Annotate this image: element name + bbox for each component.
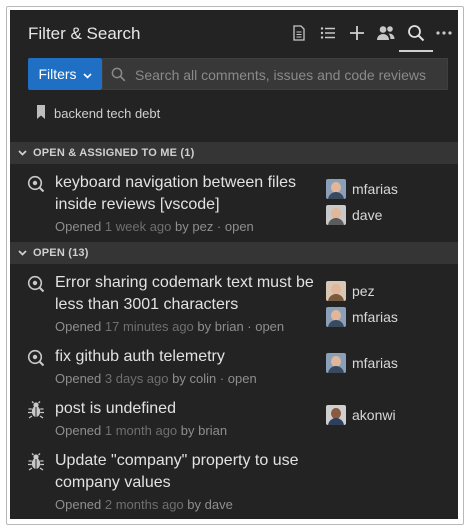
section-header-open-assigned[interactable]: OPEN & ASSIGNED TO ME (1) (10, 142, 458, 164)
assignee[interactable]: pez (326, 278, 398, 304)
review-icon (27, 175, 45, 198)
people-icon[interactable] (375, 22, 397, 44)
avatar (326, 205, 346, 225)
item-title-line: fix github auth telemetry (55, 348, 225, 365)
item-title-line: post is undefined (55, 400, 176, 417)
item-author: by brian (180, 423, 228, 438)
assignee[interactable]: mfarias (326, 350, 398, 376)
filter-search-panel: Filter & Search Filters Search all comme… (10, 10, 458, 519)
avatar (326, 281, 346, 301)
item-age: 17 minutes ago (104, 319, 194, 334)
saved-filter-label: backend tech debt (54, 105, 161, 121)
assignee[interactable]: mfarias (326, 176, 398, 202)
list-icon[interactable] (317, 22, 339, 44)
item-title-line: company values (55, 474, 171, 491)
item-age: 1 month ago (104, 423, 178, 438)
review-icon (27, 349, 45, 372)
assignee[interactable]: dave (326, 202, 398, 228)
saved-filter[interactable]: backend tech debt (36, 104, 160, 122)
item-status: Opened (55, 219, 102, 234)
item-text: post is undefined Opened 1 month ago by … (55, 398, 320, 441)
avatar (326, 307, 346, 327)
item-text: keyboard navigation between files inside… (55, 172, 320, 237)
search-row: Filters (28, 58, 448, 91)
item-age: 3 days ago (104, 371, 169, 386)
assignee-name: mfarias (352, 181, 398, 197)
plus-icon[interactable] (346, 22, 368, 44)
assignee[interactable]: mfarias (326, 304, 398, 330)
bug-icon (27, 453, 45, 476)
search-box (102, 58, 448, 91)
item-text: Update "company" property to use company… (55, 450, 320, 515)
item-status: Opened (55, 319, 102, 334)
item-author: by colin · open (172, 371, 257, 386)
review-icon (27, 275, 45, 298)
item-text: fix github auth telemetry Opened 3 days … (55, 346, 320, 389)
assignee[interactable]: akonwi (326, 402, 396, 428)
avatar (326, 179, 346, 199)
assignee-name: mfarias (352, 355, 398, 371)
filters-dropdown-button[interactable]: Filters (28, 58, 102, 90)
item-assignees: mfarias (326, 350, 398, 376)
item-assignees: akonwi (326, 402, 396, 428)
item-assignees: mfarias dave (326, 176, 398, 228)
avatar (326, 405, 346, 425)
panel-header: Filter & Search (10, 10, 458, 54)
section-label: OPEN & ASSIGNED TO ME (1) (33, 147, 195, 159)
item-meta: Opened 3 days ago by colin · open (55, 369, 320, 389)
assignee-name: pez (352, 283, 375, 299)
avatar (326, 353, 346, 373)
more-icon[interactable] (433, 22, 455, 44)
item-meta: Opened 1 week ago by pez · open (55, 217, 320, 237)
item-age: 1 week ago (104, 219, 172, 234)
item-status: Opened (55, 371, 102, 386)
item-title-line: Update "company" property to use (55, 452, 299, 469)
bookmark-icon (36, 104, 46, 122)
item-author: by brian · open (197, 319, 285, 334)
chevron-down-icon (82, 66, 92, 82)
item-meta: Opened 2 months ago by dave (55, 495, 320, 515)
search-icon (111, 67, 126, 87)
item-status: Opened (55, 423, 102, 438)
item-meta: Opened 1 month ago by brian (55, 421, 320, 441)
item-title-line: inside reviews [vscode] (55, 196, 220, 213)
item-title-line: keyboard navigation between files (55, 174, 297, 191)
section-header-open[interactable]: OPEN (13) (10, 242, 458, 264)
filters-label: Filters (38, 66, 77, 82)
assignee-name: mfarias (352, 309, 398, 325)
chevron-down-icon (18, 247, 27, 259)
item-status: Opened (55, 497, 102, 512)
search-icon[interactable] (399, 22, 433, 52)
item-title-line: Error sharing codemark text must be (55, 274, 314, 291)
item-author: by pez · open (175, 219, 254, 234)
assignee-name: dave (352, 207, 383, 223)
section-label: OPEN (13) (33, 247, 89, 259)
assignee-name: akonwi (352, 407, 396, 423)
item-age: 2 months ago (104, 497, 184, 512)
document-icon[interactable] (288, 22, 310, 44)
item-meta: Opened 17 minutes ago by brian · open (55, 317, 320, 337)
item-author: by dave (187, 497, 233, 512)
bug-icon (27, 401, 45, 424)
chevron-down-icon (18, 147, 27, 159)
item-text: Error sharing codemark text must be less… (55, 272, 320, 337)
panel-title: Filter & Search (28, 24, 141, 43)
item-assignees: pez mfarias (326, 278, 398, 330)
search-input[interactable] (133, 59, 443, 91)
item-title-line: less than 3001 characters (55, 296, 239, 313)
